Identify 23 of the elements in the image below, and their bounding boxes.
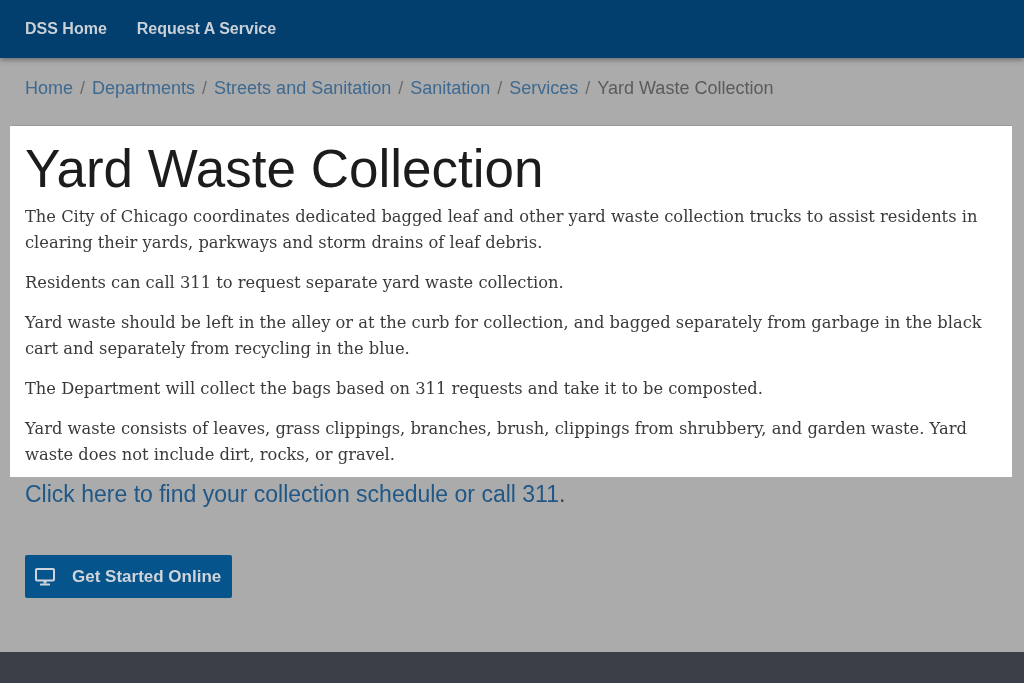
breadcrumb-link[interactable]: Streets and Sanitation <box>214 76 392 100</box>
nav-link[interactable]: Request A Service <box>136 20 277 38</box>
breadcrumb-link[interactable]: Departments <box>92 76 196 100</box>
breadcrumb-link[interactable]: Services <box>509 76 579 100</box>
paragraph: Yard waste should be left in the alley or at the curb for collection, and bagged separately from garbage in the black cart and separately from recycling in the blue. <box>25 312 983 360</box>
monitor-icon <box>35 567 55 586</box>
breadcrumb-link[interactable]: Sanitation <box>410 76 491 100</box>
paragraph: Yard waste consists of leaves, grass clippings, branches, brush, clippings from shrubbery, and garden waste. Yard waste does not include dirt, rocks, or gravel. <box>25 418 968 466</box>
breadcrumb-separator: / <box>202 77 208 100</box>
breadcrumb-current-page: Yard Waste Collection <box>597 77 774 100</box>
paragraph: Residents can call 311 to request separate yard waste collection. <box>25 272 565 294</box>
get-started-button[interactable]: Get Started Online <box>25 555 233 598</box>
schedule-sentence: Click here to find your collection schedule or call 311. <box>25 480 566 508</box>
page-title: Yard Waste Collection <box>25 139 545 199</box>
schedule-link[interactable]: Click here to find your collection schedule or call 311 <box>25 481 559 507</box>
nav-link[interactable]: DSS Home <box>25 20 107 38</box>
paragraph: The Department will collect the bags based on 311 requests and take it to be composted. <box>25 378 764 400</box>
paragraph: The City of Chicago coordinates dedicated bagged leaf and other yard waste collection trucks to assist residents in clearing their yards, parkways and storm drains of leaf debris. <box>25 206 979 254</box>
breadcrumb-separator: / <box>497 77 503 100</box>
breadcrumb-separator: / <box>585 77 591 100</box>
breadcrumb-link[interactable]: Home <box>25 76 73 100</box>
breadcrumb-separator: / <box>80 77 86 100</box>
breadcrumb-separator: / <box>398 77 404 100</box>
